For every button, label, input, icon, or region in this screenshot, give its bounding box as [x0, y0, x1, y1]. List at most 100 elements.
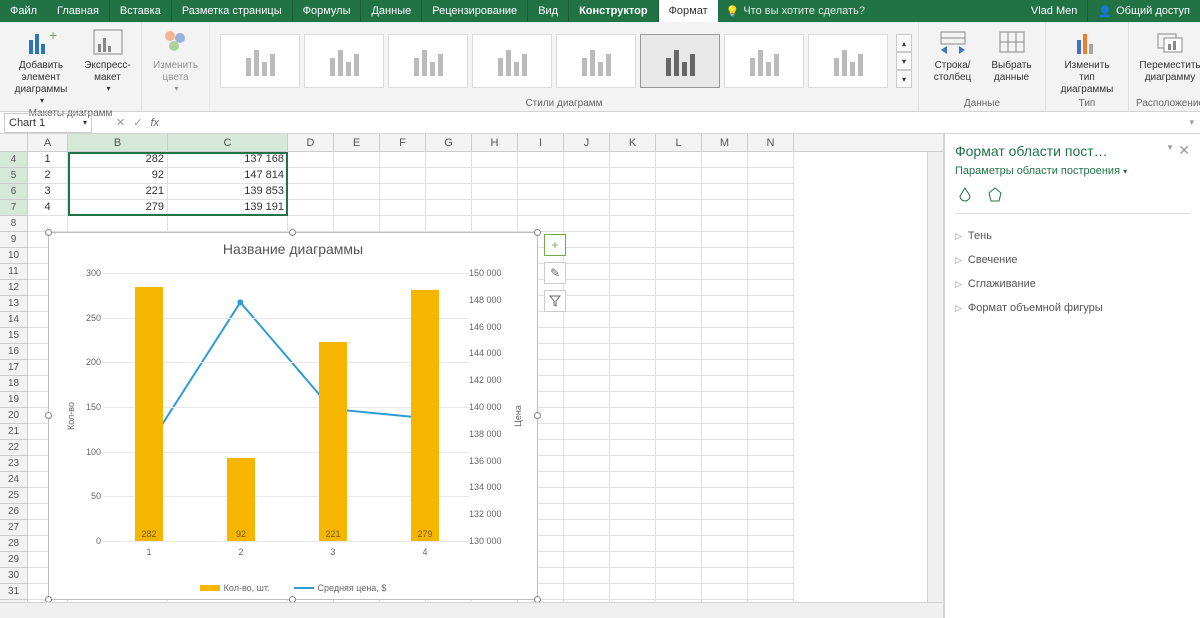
cell[interactable] [656, 216, 702, 232]
row-header[interactable]: 16 [0, 344, 28, 360]
cell[interactable] [610, 424, 656, 440]
styles-scroll-down[interactable]: ▾ [896, 52, 912, 70]
cell[interactable] [472, 200, 518, 216]
cell[interactable] [288, 152, 334, 168]
cell[interactable] [610, 408, 656, 424]
col-header-E[interactable]: E [334, 134, 380, 151]
cell[interactable] [656, 488, 702, 504]
col-header-G[interactable]: G [426, 134, 472, 151]
cell[interactable] [748, 344, 794, 360]
cell[interactable]: 282 [68, 152, 168, 168]
row-header[interactable]: 20 [0, 408, 28, 424]
cell[interactable]: 1 [28, 152, 68, 168]
cell[interactable] [702, 248, 748, 264]
cell[interactable] [334, 168, 380, 184]
tab-format[interactable]: Формат [659, 0, 718, 22]
pane-section[interactable]: ▷Свечение [955, 248, 1190, 272]
cell[interactable] [426, 168, 472, 184]
bar[interactable]: 282 [135, 287, 163, 541]
cell[interactable] [610, 456, 656, 472]
resize-handle[interactable] [45, 229, 52, 236]
row-header[interactable]: 13 [0, 296, 28, 312]
cell[interactable] [702, 392, 748, 408]
cell[interactable] [564, 200, 610, 216]
bar[interactable]: 279 [411, 290, 439, 541]
cell[interactable] [702, 488, 748, 504]
add-chart-element-button[interactable]: + Добавить элемент диаграммы▾ [6, 24, 76, 108]
cell[interactable] [702, 264, 748, 280]
cell[interactable] [702, 536, 748, 552]
row-header[interactable]: 4 [0, 152, 28, 168]
cell[interactable]: 92 [68, 168, 168, 184]
cell[interactable] [610, 584, 656, 600]
cell[interactable] [656, 424, 702, 440]
cell[interactable] [748, 504, 794, 520]
tell-me-search[interactable]: 💡 Что вы хотите сделать? [718, 0, 1021, 22]
select-data-button[interactable]: Выбрать данные [984, 24, 1039, 86]
collapse-formula-bar[interactable]: ▾ [1189, 117, 1194, 128]
cell[interactable] [748, 424, 794, 440]
tab-page-layout[interactable]: Разметка страницы [172, 0, 293, 22]
cell[interactable] [426, 184, 472, 200]
styles-scroll-up[interactable]: ▴ [896, 34, 912, 52]
cell[interactable] [656, 200, 702, 216]
cell[interactable] [518, 200, 564, 216]
col-header-F[interactable]: F [380, 134, 426, 151]
chart-style-4[interactable] [472, 34, 552, 88]
cell[interactable] [610, 536, 656, 552]
tab-formulas[interactable]: Формулы [293, 0, 362, 22]
tab-home[interactable]: Главная [47, 0, 110, 22]
row-header[interactable]: 18 [0, 376, 28, 392]
cell[interactable] [334, 216, 380, 232]
cell[interactable]: 3 [28, 184, 68, 200]
cell[interactable] [702, 376, 748, 392]
cell[interactable] [564, 216, 610, 232]
cell[interactable] [656, 168, 702, 184]
row-header[interactable]: 19 [0, 392, 28, 408]
chart-style-7[interactable] [724, 34, 804, 88]
cell[interactable] [656, 184, 702, 200]
cell[interactable] [564, 392, 610, 408]
cell[interactable] [702, 440, 748, 456]
cell[interactable] [702, 152, 748, 168]
cell[interactable] [564, 376, 610, 392]
row-header[interactable]: 24 [0, 472, 28, 488]
cell[interactable] [610, 440, 656, 456]
col-header-J[interactable]: J [564, 134, 610, 151]
cell[interactable] [564, 184, 610, 200]
cell[interactable] [380, 168, 426, 184]
row-header[interactable]: 30 [0, 568, 28, 584]
cell[interactable] [610, 328, 656, 344]
cell[interactable]: 4 [28, 200, 68, 216]
cell[interactable] [702, 328, 748, 344]
cell[interactable] [472, 152, 518, 168]
cell[interactable] [748, 216, 794, 232]
resize-handle[interactable] [45, 412, 52, 419]
chart-styles-button[interactable]: ✎ [544, 262, 566, 284]
cell[interactable] [656, 568, 702, 584]
cell[interactable] [656, 248, 702, 264]
cell[interactable] [610, 184, 656, 200]
cell[interactable] [564, 536, 610, 552]
chart-style-5[interactable] [556, 34, 636, 88]
cell[interactable] [702, 568, 748, 584]
tab-design[interactable]: Конструктор [569, 0, 658, 22]
row-header[interactable]: 22 [0, 440, 28, 456]
bar[interactable]: 92 [227, 458, 255, 541]
cell[interactable] [610, 392, 656, 408]
cell[interactable] [748, 568, 794, 584]
row-header[interactable]: 5 [0, 168, 28, 184]
cell[interactable] [748, 584, 794, 600]
cell[interactable] [702, 280, 748, 296]
cell[interactable] [426, 152, 472, 168]
row-header[interactable]: 29 [0, 552, 28, 568]
cell[interactable] [748, 328, 794, 344]
cell[interactable] [702, 184, 748, 200]
vertical-scrollbar[interactable] [927, 152, 943, 602]
cell[interactable] [380, 216, 426, 232]
cell[interactable] [610, 488, 656, 504]
cell[interactable] [610, 552, 656, 568]
horizontal-scrollbar[interactable] [0, 602, 943, 618]
row-header[interactable]: 6 [0, 184, 28, 200]
close-icon[interactable]: ✕ [1178, 142, 1190, 159]
